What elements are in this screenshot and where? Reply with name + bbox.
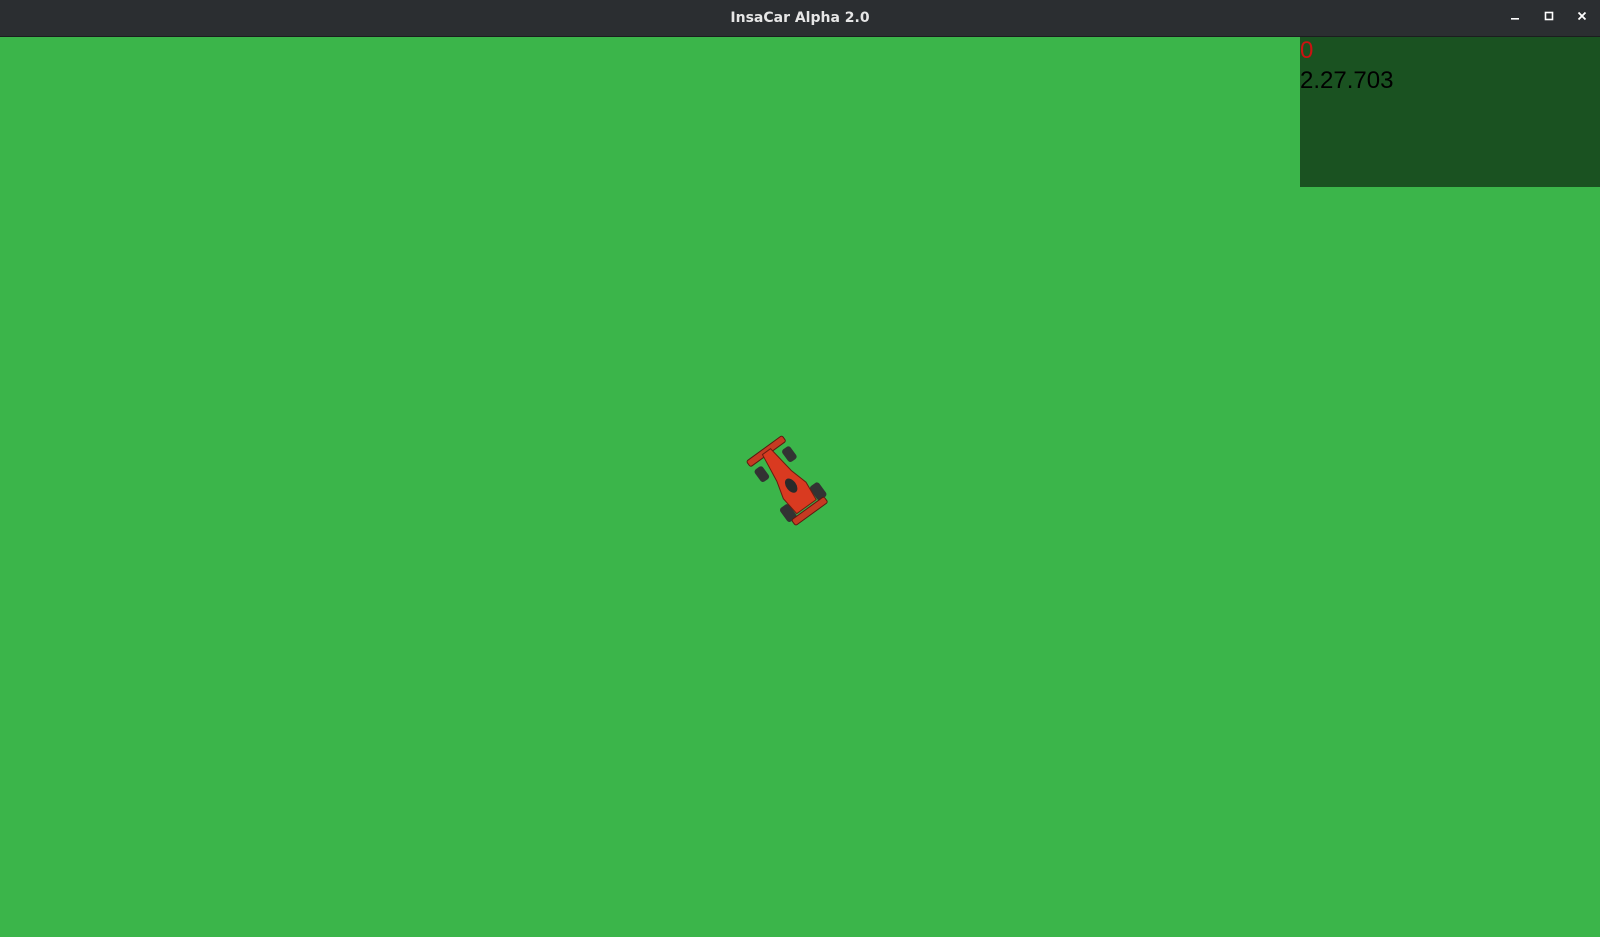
minimize-icon (1510, 10, 1520, 25)
maximize-button[interactable] (1537, 6, 1561, 30)
game-window: InsaCar Alpha 2.0 0 2.27.703 (0, 0, 1600, 937)
close-icon (1577, 10, 1587, 25)
lap-counter: 0 (1300, 37, 1314, 64)
minimize-button[interactable] (1503, 6, 1527, 30)
maximize-icon (1544, 10, 1554, 25)
close-button[interactable] (1570, 6, 1594, 30)
lap-info-panel: 0 2.27.703 (1300, 37, 1600, 187)
lap-timer: 2.27.703 (1300, 67, 1394, 94)
title-bar[interactable]: InsaCar Alpha 2.0 (0, 0, 1600, 37)
window-title: InsaCar Alpha 2.0 (730, 10, 870, 26)
